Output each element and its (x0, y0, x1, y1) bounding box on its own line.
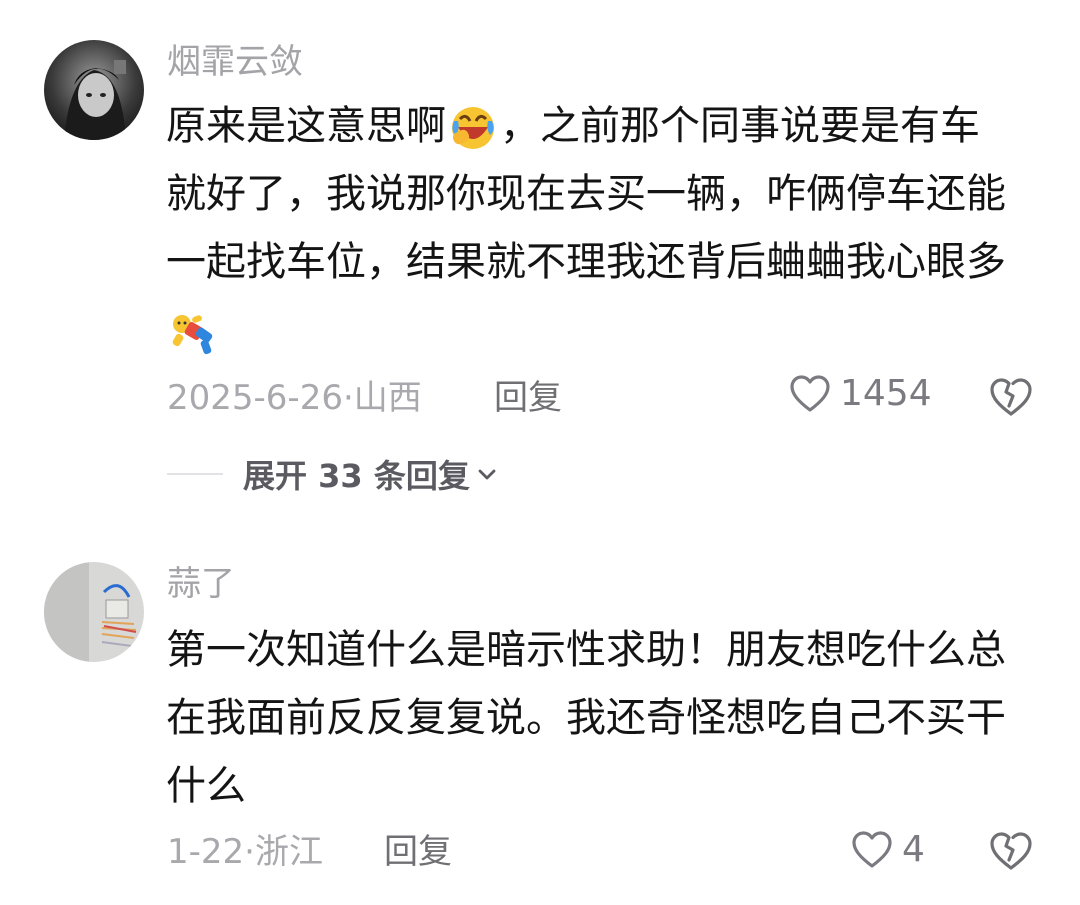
broken-heart-icon[interactable] (988, 828, 1034, 874)
comment-text: 原来是这意思啊 ，之前那个同事说要是有车 就好了，我说那你现在去买一辆，咋俩停车… (166, 92, 1036, 364)
like-count: 4 (902, 829, 925, 870)
like-count: 1454 (840, 373, 932, 414)
expand-replies-row: 展开 33 条回复 (167, 452, 498, 496)
avatar-image (44, 40, 144, 140)
comment-location: 浙江 (254, 832, 323, 872)
expand-replies-label: 展开 33 条回复 (243, 457, 470, 495)
comment-text-segment: ，之前那个同事说要是有车 (500, 103, 980, 149)
meta-separator: · (244, 832, 255, 872)
broken-heart-icon[interactable] (988, 374, 1034, 420)
expand-replies-button[interactable]: 展开 33 条回复 (243, 451, 498, 497)
comment-line (166, 296, 1036, 364)
username[interactable]: 蒜了 (167, 562, 235, 606)
comment-line: 一起找车位，结果就不理我还背后蛐蛐我心眼多 (166, 239, 1006, 285)
like-button[interactable]: 1454 (788, 372, 932, 416)
comment-text: 第一次知道什么是暗示性求助！朋友想吃什么总 在我面前反反复复说。我还奇怪想吃自己… (166, 616, 1036, 820)
username[interactable]: 烟霏云敛 (167, 40, 303, 84)
comment-meta: 1-22·浙江 (167, 830, 323, 874)
comment-date: 1-22 (167, 832, 245, 872)
fallen-person-emoji-icon (172, 315, 213, 355)
heart-outline-icon (852, 831, 892, 868)
comment-meta: 2025-6-26·山西 (167, 376, 422, 420)
avatar[interactable] (44, 40, 144, 140)
avatar[interactable] (44, 562, 144, 662)
reply-button[interactable]: 回复 (384, 830, 452, 874)
laughing-crying-emoji-icon (452, 107, 494, 149)
chevron-down-icon (478, 469, 496, 480)
avatar-image (44, 562, 144, 662)
comment-line: 在我面前反反复复说。我还奇怪想吃自己不买干 (166, 695, 1006, 741)
comment-line: 第一次知道什么是暗示性求助！朋友想吃什么总 (166, 627, 1006, 673)
divider-line (167, 473, 223, 475)
comment-location: 山西 (353, 378, 422, 418)
reply-button[interactable]: 回复 (494, 376, 562, 420)
comment-line: 原来是这意思啊 ，之前那个同事说要是有车 (166, 92, 1036, 160)
comment-line: 就好了，我说那你现在去买一辆，咋俩停车还能 (166, 171, 1006, 217)
heart-outline-icon (790, 375, 830, 412)
comment-text-segment: 原来是这意思啊 (166, 103, 446, 149)
comment-line: 什么 (166, 763, 246, 809)
meta-separator: · (342, 378, 354, 418)
like-button[interactable]: 4 (850, 828, 925, 872)
comment-date: 2025-6-26 (167, 378, 343, 418)
